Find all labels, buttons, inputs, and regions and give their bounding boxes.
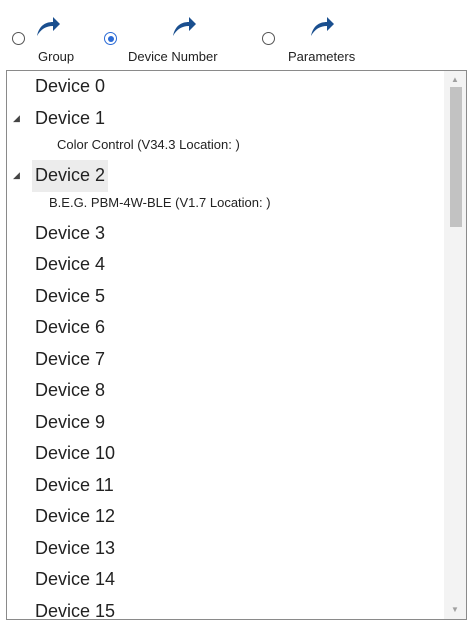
tree-item-label[interactable]: Device 7 xyxy=(32,344,108,376)
device-tree-content: Device 0 ◢ Device 1 Color Control (V34.3… xyxy=(7,71,443,619)
tree-item-label[interactable]: Device 14 xyxy=(32,564,118,596)
tree-item-device-10[interactable]: Device 10 xyxy=(7,438,443,470)
tree-item-label-selected[interactable]: Device 2 xyxy=(32,160,109,192)
scroll-down-arrow-icon[interactable]: ▼ xyxy=(444,603,466,617)
tree-item-label[interactable]: Device 10 xyxy=(32,438,118,470)
sort-toolbar: Group Device Number Parameters xyxy=(0,0,471,70)
vertical-scrollbar[interactable]: ▲ ▼ xyxy=(444,71,466,619)
device-number-label: Device Number xyxy=(128,49,218,64)
tree-child-item[interactable]: B.E.G. PBM-4W-BLE (V1.7 Location: ) xyxy=(7,192,443,218)
tree-item-device-12[interactable]: Device 12 xyxy=(7,501,443,533)
curved-arrow-icon[interactable] xyxy=(35,16,61,38)
tree-child-label[interactable]: B.E.G. PBM-4W-BLE (V1.7 Location: ) xyxy=(49,192,271,214)
tree-item-device-7[interactable]: Device 7 xyxy=(7,344,443,376)
tree-item-label[interactable]: Device 13 xyxy=(32,533,118,565)
device-tree[interactable]: Device 0 ◢ Device 1 Color Control (V34.3… xyxy=(6,70,467,620)
tree-item-label[interactable]: Device 11 xyxy=(32,470,117,502)
tree-item-label[interactable]: Device 12 xyxy=(32,501,118,533)
group-label: Group xyxy=(38,49,75,64)
tree-item-device-5[interactable]: Device 5 xyxy=(7,281,443,313)
parameters-radio[interactable] xyxy=(262,32,275,45)
tree-item-label[interactable]: Device 3 xyxy=(32,218,108,250)
tree-item-label[interactable]: Device 8 xyxy=(32,375,108,407)
tree-item-device-3[interactable]: Device 3 xyxy=(7,218,443,250)
tree-item-device-2[interactable]: ◢ Device 2 xyxy=(7,160,443,192)
expanded-triangle-icon[interactable]: ◢ xyxy=(13,160,20,192)
tree-item-device-6[interactable]: Device 6 xyxy=(7,312,443,344)
device-number-radio[interactable] xyxy=(104,32,117,45)
tree-item-device-11[interactable]: Device 11 xyxy=(7,470,443,502)
tree-item-label[interactable]: Device 15 xyxy=(32,596,118,620)
scrollbar-thumb[interactable] xyxy=(450,87,462,227)
tree-item-device-8[interactable]: Device 8 xyxy=(7,375,443,407)
sort-option-group[interactable]: Group xyxy=(12,16,92,66)
tree-item-device-1[interactable]: ◢ Device 1 xyxy=(7,103,443,135)
tree-item-device-9[interactable]: Device 9 xyxy=(7,407,443,439)
tree-item-label[interactable]: Device 5 xyxy=(32,281,108,313)
tree-item-device-0[interactable]: Device 0 xyxy=(7,71,443,103)
sort-option-device-number[interactable]: Device Number xyxy=(104,16,249,66)
tree-item-label[interactable]: Device 0 xyxy=(32,71,108,103)
tree-item-device-13[interactable]: Device 13 xyxy=(7,533,443,565)
tree-item-device-15[interactable]: Device 15 xyxy=(7,596,443,620)
tree-child-label[interactable]: Color Control (V34.3 Location: ) xyxy=(57,134,240,156)
group-radio[interactable] xyxy=(12,32,25,45)
tree-child-item[interactable]: Color Control (V34.3 Location: ) xyxy=(7,134,443,160)
curved-arrow-icon[interactable] xyxy=(171,16,197,38)
scroll-up-arrow-icon[interactable]: ▲ xyxy=(444,73,466,87)
tree-item-device-4[interactable]: Device 4 xyxy=(7,249,443,281)
sort-option-parameters[interactable]: Parameters xyxy=(262,16,382,66)
tree-item-label[interactable]: Device 6 xyxy=(32,312,108,344)
tree-item-label[interactable]: Device 1 xyxy=(32,103,108,135)
curved-arrow-icon[interactable] xyxy=(309,16,335,38)
tree-item-label[interactable]: Device 4 xyxy=(32,249,108,281)
parameters-label: Parameters xyxy=(288,49,356,64)
tree-item-device-14[interactable]: Device 14 xyxy=(7,564,443,596)
tree-item-label[interactable]: Device 9 xyxy=(32,407,108,439)
expanded-triangle-icon[interactable]: ◢ xyxy=(13,103,20,135)
